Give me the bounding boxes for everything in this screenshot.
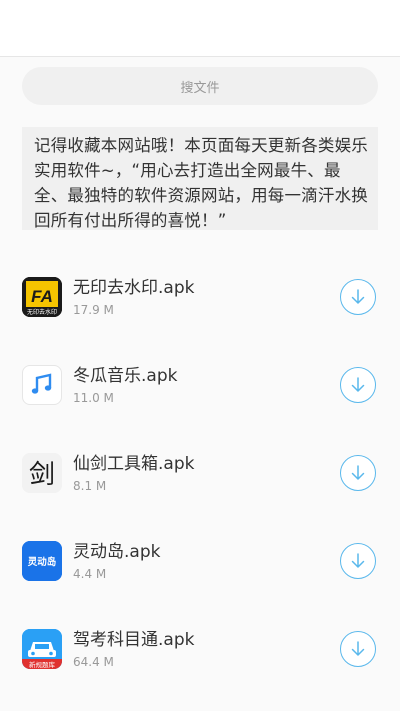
search-placeholder: 搜文件	[180, 80, 220, 96]
file-size: 8.1 M	[73, 479, 107, 493]
file-item[interactable]: FA 无印去水印 无印去水印.apk 17.9 M	[0, 253, 400, 341]
file-size: 17.9 M	[73, 303, 114, 317]
download-icon	[351, 289, 365, 304]
search-input[interactable]: 搜文件	[22, 67, 378, 105]
file-size: 11.0 M	[73, 391, 114, 405]
dynamic-island-app-icon: 灵动岛	[22, 541, 62, 581]
download-button[interactable]	[340, 279, 376, 315]
file-item[interactable]: 灵动岛 灵动岛.apk 4.4 M	[0, 517, 400, 605]
file-size: 64.4 M	[73, 655, 114, 669]
top-bar	[0, 0, 400, 57]
download-icon	[351, 377, 365, 392]
sword-calligraphy-app-icon: 剑	[22, 453, 62, 493]
svg-text:FA: FA	[31, 287, 53, 306]
music-note-app-icon	[22, 365, 62, 405]
download-button[interactable]	[340, 367, 376, 403]
icon-caption: 无印去水印	[27, 308, 57, 316]
icon-caption: 新规题库	[29, 660, 56, 669]
notice-banner: 记得收藏本网站哦！本页面每天更新各类娱乐实用软件~，“用心去打造出全网最牛、最全…	[22, 127, 378, 230]
download-button[interactable]	[340, 455, 376, 491]
file-name: 灵动岛.apk	[73, 542, 161, 562]
file-item[interactable]: 冬瓜音乐.apk 11.0 M	[0, 341, 400, 429]
file-name: 仙剑工具箱.apk	[73, 454, 195, 474]
notice-text: 记得收藏本网站哦！本页面每天更新各类娱乐实用软件~，“用心去打造出全网最牛、最全…	[34, 136, 368, 230]
icon-glyph: 剑	[29, 460, 55, 490]
file-name: 无印去水印.apk	[73, 278, 195, 298]
icon-caption: 灵动岛	[27, 556, 57, 568]
file-item[interactable]: 新规题库 驾考科目通.apk 64.4 M	[0, 605, 400, 693]
download-icon	[351, 465, 365, 480]
download-button[interactable]	[340, 631, 376, 667]
car-driving-test-app-icon: 新规题库	[22, 629, 62, 669]
file-name: 冬瓜音乐.apk	[73, 366, 178, 386]
download-icon	[351, 641, 365, 656]
download-button[interactable]	[340, 543, 376, 579]
file-size: 4.4 M	[73, 567, 107, 581]
download-icon	[351, 553, 365, 568]
no-watermark-app-icon: FA 无印去水印	[22, 277, 62, 317]
file-item[interactable]: 剑 仙剑工具箱.apk 8.1 M	[0, 429, 400, 517]
file-name: 驾考科目通.apk	[73, 630, 195, 650]
